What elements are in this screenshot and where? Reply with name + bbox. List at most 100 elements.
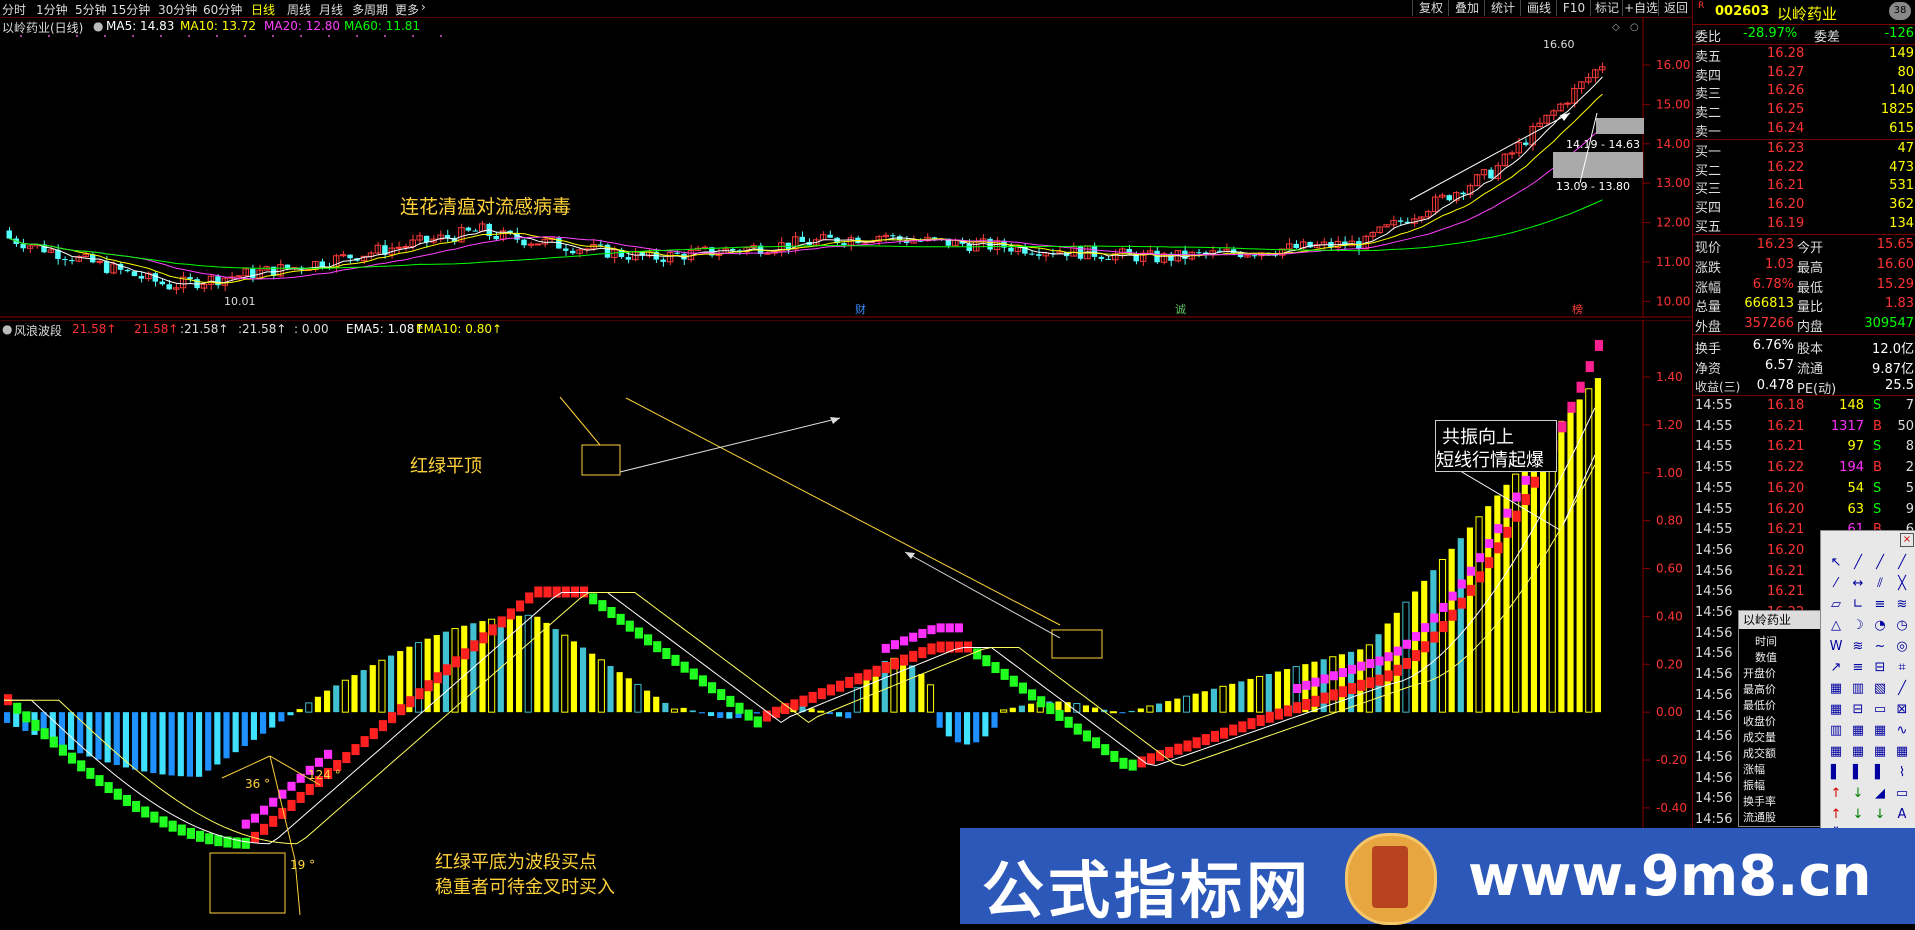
period-tab-7[interactable]: 周线 [287,1,311,18]
close-icon[interactable]: 38 [1889,2,1911,20]
tick-count: 5 [1905,480,1914,496]
draw-tool-icon[interactable]: ≡ [1869,595,1891,615]
draw-tool-icon[interactable]: ╱ [1891,679,1913,699]
draw-tool-icon[interactable]: W [1825,637,1847,657]
data-info-window[interactable]: 以岭药业 时间 数值 开盘价 最高价 最低价 收盘价 成交量 成交额 涨幅 振幅 换手率 流通股 [1738,610,1822,827]
draw-tool-icon[interactable]: ╱ [1869,553,1891,573]
draw-tool-icon[interactable]: ▦ [1891,742,1913,762]
info-row: 成交量 [1743,731,1776,744]
draw-tool-icon[interactable]: ≡ [1847,658,1869,678]
draw-tool-icon[interactable]: ▦ [1869,742,1891,762]
draw-tool-icon[interactable]: ∿ [1891,721,1913,741]
period-tab-6[interactable]: 日线 [251,1,275,18]
draw-tool-icon[interactable]: ⁄ [1825,574,1847,594]
period-tab-1[interactable]: 1分钟 [36,1,68,18]
stat-value: 6.78% [1752,276,1794,292]
draw-tool-icon[interactable]: ≋ [1891,595,1913,615]
draw-tool-icon[interactable]: ~ [1869,637,1891,657]
draw-tool-icon[interactable]: ▦ [1825,742,1847,762]
draw-tool-icon[interactable]: ▦ [1847,742,1869,762]
period-tab-0[interactable]: 分时 [2,1,26,18]
drawbox-close-icon[interactable]: × [1900,533,1914,547]
tick-time: 14:55 [1695,418,1733,434]
tick-time: 14:56 [1695,770,1733,786]
draw-tool-icon[interactable]: ▥ [1825,721,1847,741]
event-mark-1: 诚 [1175,303,1186,316]
draw-tool-icon[interactable]: △ [1825,616,1847,636]
tick-count: 7 [1905,398,1914,413]
draw-tool-icon[interactable]: ⊟ [1847,700,1869,720]
stat-value: 1.03 [1765,256,1794,272]
draw-tool-icon[interactable]: ⊟ [1869,658,1891,678]
draw-tool-icon[interactable]: ▌ [1869,763,1891,783]
annotation-breakout: 短线行情起爆 [1436,450,1544,471]
draw-tool-icon[interactable]: ▥ [1847,679,1869,699]
draw-tool-icon[interactable]: ▭ [1869,700,1891,720]
watermark-logo [1345,833,1437,925]
price-tick-3: 13.00 [1656,176,1690,190]
draw-tool-icon[interactable]: ▦ [1825,679,1847,699]
tick-time: 14:56 [1695,687,1733,703]
period-tab-9[interactable]: 多周期 [352,1,388,18]
draw-tool-icon[interactable]: ▧ [1869,679,1891,699]
weibi-value: -28.97% [1743,26,1798,41]
draw-tool-icon[interactable]: ↔ [1847,574,1869,594]
draw-tool-icon[interactable]: ▌ [1847,763,1869,783]
draw-tool-icon[interactable]: ◢ [1869,784,1891,804]
draw-tool-icon[interactable]: ◎ [1891,637,1913,657]
draw-tool-icon[interactable]: ⊠ [1891,700,1913,720]
draw-tool-icon[interactable]: ≋ [1847,637,1869,657]
draw-tool-icon[interactable]: ▭ [1891,784,1913,804]
ma-settings-icon[interactable]: ● [93,19,103,33]
ma-label-3: MA60: 11.81 [344,19,421,33]
indicator-settings-icon[interactable]: ● [2,322,12,336]
circle-icon: ○ [1630,22,1639,33]
draw-tool-icon[interactable]: ▦ [1847,721,1869,741]
draw-tool-icon[interactable]: ⫽ [1869,574,1891,594]
draw-tool-icon[interactable]: ▱ [1825,595,1847,615]
tick-row: 14:55 16.20 54 S 5 [1693,480,1915,498]
draw-tool-icon[interactable]: ◔ [1869,616,1891,636]
toolbar-button-3[interactable]: 画线 [1520,0,1557,16]
draw-tool-icon[interactable]: ∟ [1847,595,1869,615]
toolbar-button-0[interactable]: 复权 [1412,0,1449,16]
toolbar-button-6[interactable]: +自选 [1622,0,1659,16]
draw-tool-icon[interactable]: ▦ [1869,721,1891,741]
sell-price: 16.25 [1767,102,1805,118]
draw-tool-icon[interactable]: ╳ [1891,574,1913,594]
draw-tool-icon[interactable]: ▦ [1825,700,1847,720]
period-tab-3[interactable]: 15分钟 [111,1,150,18]
more-chevron-icon[interactable]: › [421,0,426,14]
draw-tool-icon[interactable]: ╱ [1847,553,1869,573]
draw-tool-icon[interactable]: ↓ [1869,805,1891,825]
draw-tool-icon[interactable]: ↓ [1847,784,1869,804]
period-tab-10[interactable]: 更多 [395,1,419,18]
draw-tool-icon[interactable]: ↓ [1847,805,1869,825]
period-tab-5[interactable]: 60分钟 [203,1,242,18]
period-tab-8[interactable]: 月线 [319,1,343,18]
draw-tool-icon[interactable]: ↗ [1825,658,1847,678]
toolbar-button-4[interactable]: F10 [1556,0,1591,16]
price-chart-svg[interactable]: 16.00 15.00 14.00 13.00 12.00 11.00 10.00 财 诚 榜 16… [0,18,1692,318]
tick-side: S [1873,398,1882,413]
draw-tool-icon[interactable]: ↑ [1825,805,1847,825]
info-row: 收盘价 [1743,715,1776,728]
draw-tool-icon[interactable]: A [1891,805,1913,825]
toolbar-button-7[interactable]: 返回 [1658,0,1693,16]
period-tab-2[interactable]: 5分钟 [75,1,107,18]
toolbar-button-2[interactable]: 统计 [1484,0,1521,16]
draw-tool-icon[interactable]: ◷ [1891,616,1913,636]
drawing-toolbox[interactable]: × ↖ ╱ ╱ ╱ ⁄ ↔ ⫽ ╳ ▱ ∟ ≡ ≋ △ ☽ ◔ ◷ W ≋ ~ ◎ ↗ ≡ ⊟ ⌗ ▦ ▥ ▧ ╱ ▦ ⊟ ▭ ⊠ ▥ ▦ ▦ ∿ ▦ ▦… [1820,530,1915,843]
draw-tool-icon[interactable]: ⌗ [1891,658,1913,678]
draw-tool-icon[interactable]: ☽ [1847,616,1869,636]
draw-tool-icon[interactable]: ╱ [1891,553,1913,573]
draw-tool-icon[interactable]: ↖ [1825,553,1847,573]
period-tab-4[interactable]: 30分钟 [158,1,197,18]
draw-tool-icon[interactable]: ▌ [1825,763,1847,783]
tick-time: 14:55 [1695,460,1733,476]
toolbar-button-5[interactable]: 标记 [1590,0,1623,16]
draw-tool-icon[interactable]: ⌇ [1891,763,1913,783]
price-chart-pane[interactable]: 16.00 15.00 14.00 13.00 12.00 11.00 10.00 财 诚 榜 16… [0,18,1692,318]
toolbar-button-1[interactable]: 叠加 [1448,0,1485,16]
draw-tool-icon[interactable]: ↑ [1825,784,1847,804]
